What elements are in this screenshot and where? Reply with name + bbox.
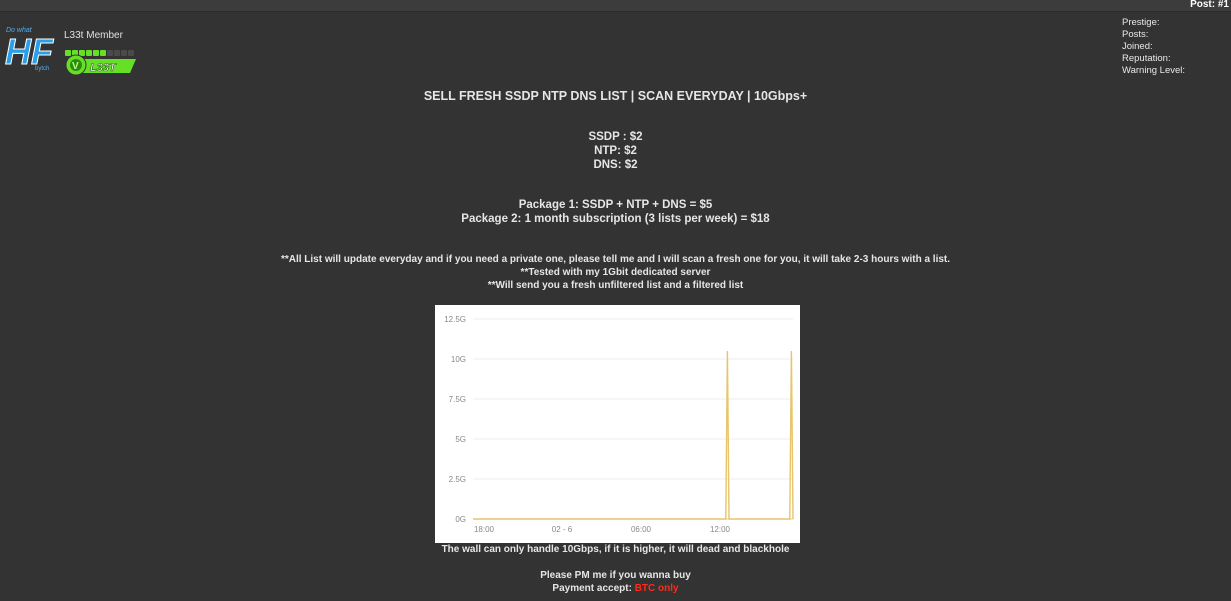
chart-caption: The wall can only handle 10Gbps, if it i…: [441, 544, 790, 555]
stat-joined: Joined:: [1122, 41, 1153, 52]
pm-note: Please PM me if you wanna buy: [540, 570, 691, 581]
post-header-bar: Post: #1: [0, 0, 1231, 12]
user-stats: Prestige: Posts: Joined: Reputation: War…: [1122, 17, 1185, 77]
l33t-badge-icon: V L33T: [66, 54, 136, 76]
stat-posts: Posts:: [1122, 29, 1149, 40]
traffic-chart-svg: 0G 2.5G 5G 7.5G 10G 12.5G 18:00 02 - 6 06:00 12:0…: [444, 315, 794, 534]
price-dns: DNS: $2: [593, 159, 638, 171]
note-1: **All List will update everyday and if y…: [280, 254, 951, 265]
svg-text:V: V: [72, 61, 79, 72]
svg-text:bytch: bytch: [35, 66, 49, 72]
x-tick-label: 18:00: [474, 525, 495, 534]
y-tick-label: 0G: [455, 515, 466, 524]
x-tick-label: 06:00: [631, 525, 652, 534]
package-1: Package 1: SSDP + NTP + DNS = $5: [518, 199, 713, 211]
post-title: SELL FRESH SSDP NTP DNS LIST | SCAN EVER…: [423, 89, 808, 103]
payment-label: Payment accept:: [552, 583, 635, 594]
price-ntp: NTP: $2: [594, 145, 637, 157]
stat-warning-level[interactable]: Warning Level:: [1122, 65, 1185, 77]
price-ssdp: SSDP : $2: [588, 131, 643, 143]
package-2: Package 2: 1 month subscription (3 lists…: [461, 213, 770, 225]
user-rank[interactable]: L33t Member: [64, 30, 123, 41]
svg-text:L33T: L33T: [90, 62, 117, 74]
payment-line: Payment accept: BTC only: [0, 583, 1231, 594]
y-tick-label: 7.5G: [449, 395, 466, 404]
payment-value: BTC only: [634, 583, 679, 594]
traffic-chart[interactable]: 0G 2.5G 5G 7.5G 10G 12.5G 18:00 02 - 6 06:00 12:0…: [435, 305, 800, 543]
traffic-series-line: [473, 350, 794, 520]
post-number[interactable]: Post: #1: [1190, 0, 1229, 11]
user-info: Do what HF bytch L33t Member V L33T: [5, 24, 165, 80]
x-tick-label: 02 - 6: [552, 525, 573, 534]
y-tick-label: 2.5G: [449, 475, 466, 484]
y-tick-label: 12.5G: [444, 315, 466, 324]
stat-prestige: Prestige:: [1122, 17, 1160, 28]
hf-logo-icon[interactable]: Do what HF bytch: [5, 24, 61, 72]
y-tick-label: 10G: [451, 355, 466, 364]
note-2: **Tested with my 1Gbit dedicated server: [520, 267, 711, 278]
note-3: **Will send you a fresh unfiltered list …: [487, 280, 744, 291]
y-tick-label: 5G: [455, 435, 466, 444]
stat-reputation: Reputation:: [1122, 53, 1171, 64]
x-tick-label: 12:00: [710, 525, 731, 534]
reputation-bar: [65, 43, 135, 56]
